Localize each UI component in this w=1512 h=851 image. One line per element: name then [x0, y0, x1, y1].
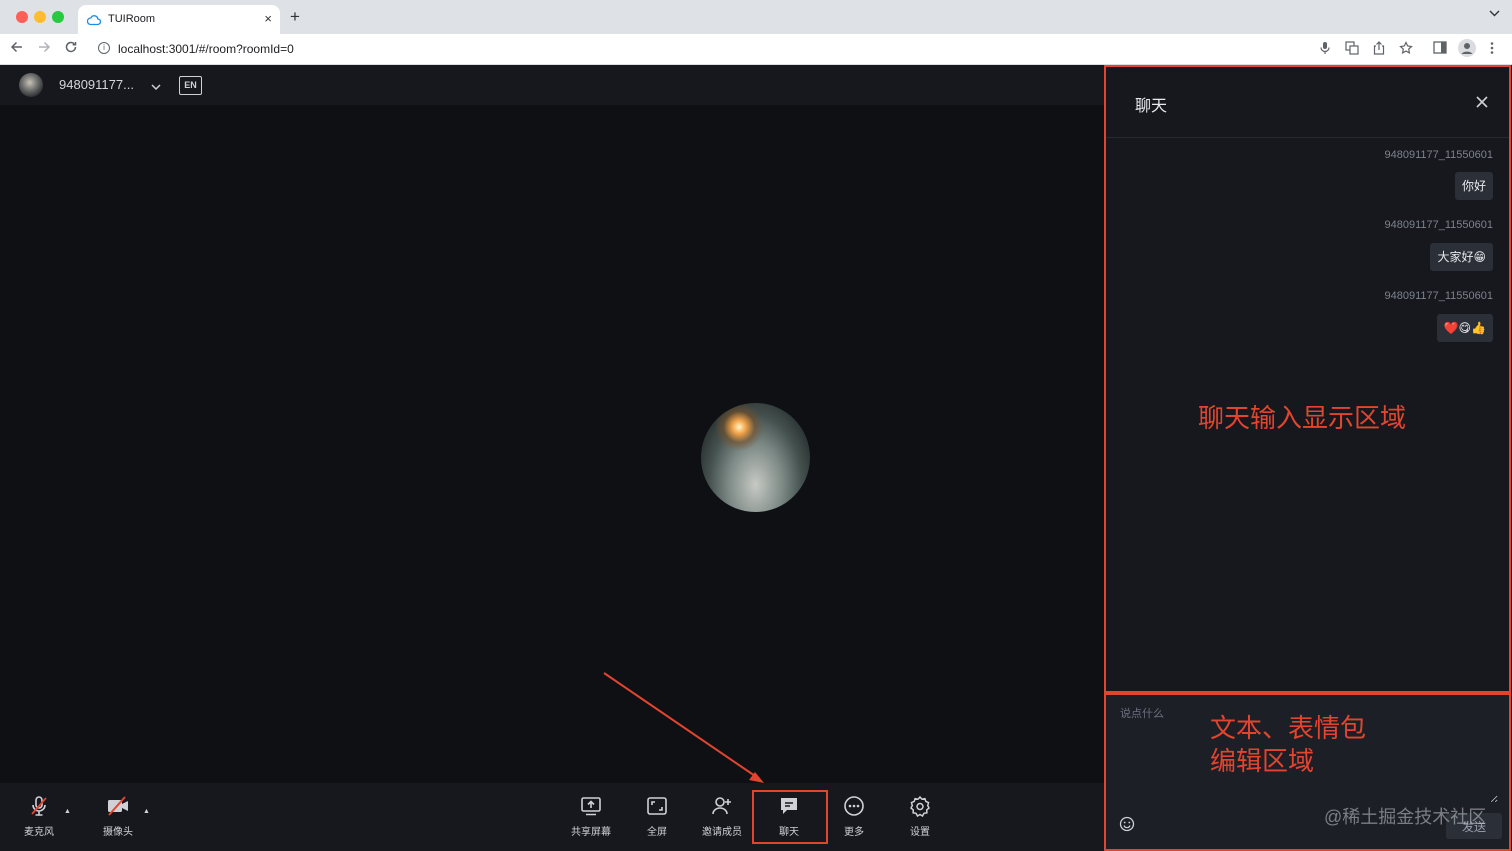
- video-stage: [0, 105, 1104, 783]
- browser-tab-strip: TUIRoom × +: [0, 0, 1512, 34]
- camera-button[interactable]: 摄像头: [89, 795, 147, 838]
- maximize-window-button[interactable]: [52, 11, 64, 23]
- address-bar[interactable]: localhost:3001/#/room?roomId=0: [118, 42, 294, 56]
- more-icon: [844, 796, 864, 816]
- microphone-muted-icon: [31, 796, 47, 816]
- add-user-icon: [712, 797, 731, 815]
- fullscreen-icon: [647, 797, 667, 815]
- reload-icon[interactable]: [64, 40, 78, 57]
- annotation-arrow-icon: [603, 672, 764, 783]
- browser-tab[interactable]: TUIRoom ×: [78, 5, 280, 34]
- user-avatar[interactable]: [19, 73, 43, 97]
- tab-search-chevron-icon[interactable]: [1489, 9, 1500, 20]
- room-toolbar: 麦克风 ▲ 摄像头 ▲ 共享屏幕 全屏 邀请成员 聊天 更多 设置: [0, 783, 1104, 851]
- more-button[interactable]: 更多: [825, 795, 883, 838]
- chat-button-highlight-box: [752, 790, 828, 844]
- chat-panel: 聊天 948091177_11550601 你好 948091177_11550…: [1104, 65, 1512, 851]
- microphone-button[interactable]: 麦克风: [10, 795, 68, 838]
- new-tab-button[interactable]: +: [290, 8, 300, 25]
- display-area-highlight-box: [1104, 65, 1511, 693]
- fullscreen-button[interactable]: 全屏: [628, 795, 686, 838]
- camera-options-caret-icon[interactable]: ▲: [143, 808, 150, 815]
- translate-icon[interactable]: [1345, 41, 1359, 58]
- tab-close-button[interactable]: ×: [264, 11, 272, 26]
- camera-off-icon: [108, 796, 128, 816]
- cloud-icon: [86, 13, 102, 31]
- user-name[interactable]: 948091177...: [59, 77, 134, 92]
- invite-members-button[interactable]: 邀请成员: [693, 795, 751, 838]
- browser-menu-icon[interactable]: [1490, 41, 1494, 58]
- gear-icon: [910, 795, 930, 817]
- tab-title: TUIRoom: [108, 13, 156, 25]
- minimize-window-button[interactable]: [34, 11, 46, 23]
- profile-avatar-icon[interactable]: [1458, 39, 1476, 60]
- close-window-button[interactable]: [16, 11, 28, 23]
- forward-icon[interactable]: [37, 40, 51, 57]
- microphone-options-caret-icon[interactable]: ▲: [64, 808, 71, 815]
- edit-area-highlight-box: [1104, 693, 1511, 851]
- language-switch-icon[interactable]: EN: [179, 76, 202, 95]
- fullscreen-label: 全屏: [647, 827, 667, 838]
- room-header: 948091177... EN: [0, 65, 1104, 105]
- browser-toolbar: i localhost:3001/#/room?roomId=0: [0, 34, 1512, 65]
- camera-label: 摄像头: [103, 827, 133, 838]
- settings-button[interactable]: 设置: [891, 795, 949, 838]
- share-screen-icon: [581, 797, 601, 816]
- share-screen-label: 共享屏幕: [571, 827, 611, 838]
- site-info-icon[interactable]: i: [98, 42, 110, 54]
- invite-members-label: 邀请成员: [702, 827, 742, 838]
- chevron-down-icon[interactable]: [151, 78, 161, 96]
- more-label: 更多: [844, 827, 864, 838]
- share-screen-button[interactable]: 共享屏幕: [562, 795, 620, 838]
- share-icon[interactable]: [1373, 41, 1385, 58]
- microphone-label: 麦克风: [24, 827, 54, 838]
- side-panel-icon[interactable]: [1433, 41, 1447, 57]
- participant-avatar: [701, 403, 810, 512]
- back-icon[interactable]: [10, 40, 24, 57]
- bookmark-star-icon[interactable]: [1399, 41, 1413, 58]
- microphone-icon[interactable]: [1319, 41, 1331, 58]
- settings-label: 设置: [910, 827, 930, 838]
